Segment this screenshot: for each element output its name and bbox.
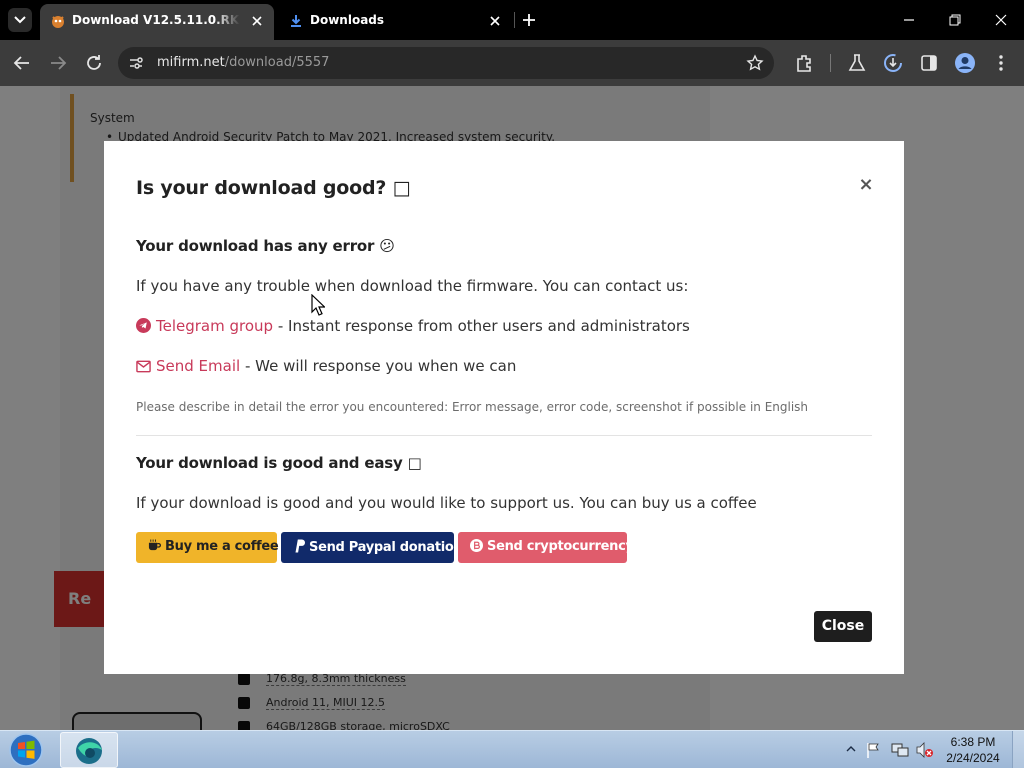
telegram-line: Telegram group - Instant response from o…	[136, 317, 690, 335]
forward-icon[interactable]	[47, 52, 69, 74]
extensions-icon[interactable]	[794, 52, 816, 74]
browser-tab-strip: Download V12.5.11.0.RKLMIXM Downloads	[0, 0, 1024, 40]
send-cryptocurrency-button[interactable]: Send cryptocurrency	[458, 532, 634, 563]
clock-time[interactable]: 6:38 PM	[940, 735, 1006, 749]
email-line: Send Email - We will response you when w…	[136, 357, 516, 375]
minimize-icon	[904, 19, 914, 21]
paypal-donation-button[interactable]: Send Paypal donation	[281, 532, 463, 563]
telegram-description: - Instant response from other users and …	[273, 317, 690, 335]
send-email-link[interactable]: Send Email	[136, 357, 240, 375]
site-info-icon[interactable]	[128, 55, 144, 71]
tab-separator	[514, 12, 515, 28]
favicon	[52, 16, 64, 28]
download-feedback-modal: Is your download good? □ × Your download…	[104, 141, 904, 674]
close-button[interactable]: Close	[814, 611, 872, 642]
speaker-muted-icon[interactable]	[916, 742, 934, 758]
show-hidden-icons-icon[interactable]	[846, 745, 856, 753]
close-window-button[interactable]	[978, 0, 1024, 40]
plus-icon[interactable]	[519, 10, 539, 30]
telegram-group-link[interactable]: Telegram group	[136, 317, 273, 335]
windows-start-icon[interactable]	[6, 732, 46, 768]
back-icon[interactable]	[11, 52, 33, 74]
network-icon[interactable]	[891, 742, 909, 758]
menu-icon[interactable]	[990, 52, 1012, 74]
error-note: Please describe in detail the error you …	[136, 400, 809, 414]
side-panel-icon[interactable]	[918, 52, 940, 74]
flag-icon[interactable]	[866, 742, 882, 758]
clock-date[interactable]: 2/24/2024	[940, 751, 1006, 765]
buy-me-a-coffee-button[interactable]: Buy me a coffee	[136, 532, 279, 563]
email-link-label: Send Email	[156, 357, 241, 375]
support-text: If your download is good and you would l…	[136, 494, 757, 512]
windows-taskbar: 6:38 PM 2/24/2024	[0, 730, 1024, 768]
envelope-icon	[136, 360, 151, 373]
profile-icon[interactable]	[954, 52, 976, 74]
modal-title: Is your download good? □	[136, 177, 411, 199]
paypal-icon	[295, 539, 305, 553]
restore-button[interactable]	[932, 0, 978, 40]
tab-downloads[interactable]: Downloads	[278, 4, 512, 40]
tab-search-button[interactable]	[8, 8, 32, 32]
modal-close-x-button[interactable]: ×	[858, 175, 874, 195]
url-path: /download/5557	[224, 55, 330, 70]
url-text: mifirm.net/download/5557	[157, 55, 329, 70]
close-icon[interactable]	[250, 14, 264, 28]
mouse-cursor-icon	[311, 294, 325, 316]
tab-title: Download V12.5.11.0.RKLMIXM	[72, 13, 240, 27]
labs-icon[interactable]	[846, 52, 868, 74]
restore-icon	[949, 14, 961, 26]
close-icon[interactable]	[488, 14, 502, 28]
browser-app-icon	[76, 738, 102, 764]
address-bar[interactable]: mifirm.net/download/5557	[118, 47, 774, 79]
toolbar-separator	[830, 54, 831, 72]
tab-title: Downloads	[310, 13, 385, 27]
coffee-icon	[148, 539, 161, 551]
coffee-button-label: Buy me a coffee	[165, 539, 279, 554]
taskbar-browser-button[interactable]	[60, 732, 118, 768]
good-heading: Your download is good and easy □	[136, 454, 422, 472]
error-intro: If you have any trouble when download th…	[136, 277, 689, 295]
error-heading: Your download has any error 😕	[136, 237, 395, 255]
bitcoin-icon	[470, 539, 483, 552]
show-desktop-button[interactable]	[1012, 731, 1024, 768]
telegram-link-label: Telegram group	[156, 317, 274, 335]
email-description: - We will response you when we can	[240, 357, 517, 375]
telegram-icon	[136, 318, 151, 333]
minimize-button[interactable]	[886, 0, 932, 40]
chevron-down-icon	[14, 16, 26, 24]
downloads-icon[interactable]	[882, 52, 904, 74]
tab-download-firmware[interactable]: Download V12.5.11.0.RKLMIXM	[40, 4, 274, 40]
download-icon	[291, 15, 301, 27]
paypal-button-label: Send Paypal donation	[309, 540, 463, 555]
crypto-button-label: Send cryptocurrency	[487, 539, 634, 554]
section-divider	[136, 435, 872, 436]
url-domain: mifirm.net	[157, 55, 225, 70]
star-icon[interactable]	[746, 54, 764, 72]
close-icon	[995, 14, 1007, 26]
reload-icon[interactable]	[83, 52, 105, 74]
